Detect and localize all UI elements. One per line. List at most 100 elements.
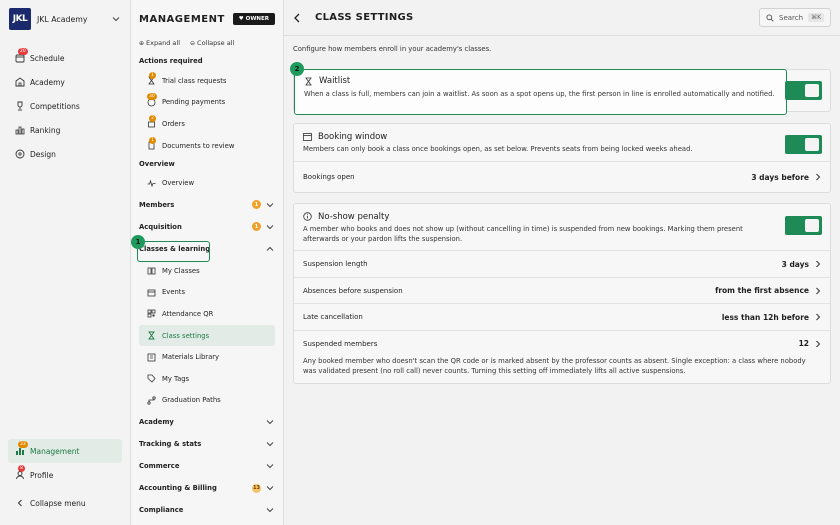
orders-badge: 2 xyxy=(149,114,156,122)
profile-badge: 8 xyxy=(18,464,25,472)
toggle-knob xyxy=(805,219,819,232)
section-label: Actions required xyxy=(139,57,203,65)
collapse-icon: ⊖ xyxy=(190,39,196,47)
section-tracking[interactable]: Tracking & stats xyxy=(131,433,283,455)
calendar-icon xyxy=(146,287,156,297)
nav-class-settings[interactable]: Class settings xyxy=(139,324,275,347)
section-accounting[interactable]: Accounting & Billing 13 xyxy=(131,477,283,499)
nav-label: Class settings xyxy=(162,331,210,340)
members-badge: 1 xyxy=(252,200,261,210)
nav-graduation-paths[interactable]: Graduation Paths xyxy=(131,390,283,412)
org-name: JKL Academy xyxy=(37,14,88,24)
trophy-icon xyxy=(14,101,25,112)
nav-pending-payments[interactable]: 30 Pending payments xyxy=(131,92,283,114)
calendar-icon: 20 xyxy=(14,47,28,64)
sidebar-item-competitions[interactable]: Competitions xyxy=(0,94,130,118)
nav-label: Pending payments xyxy=(162,98,226,107)
panel-title: MANAGEMENT xyxy=(139,13,225,25)
documents-badge: 1 xyxy=(149,136,156,144)
collapse-menu-label: Collapse menu xyxy=(30,498,86,508)
chart-icon xyxy=(14,125,25,136)
nav-documents-to-review[interactable]: 1 Documents to review xyxy=(131,135,283,157)
schedule-badge: 20 xyxy=(18,47,28,55)
no-show-card: No-show penalty A member who books and d… xyxy=(293,203,831,384)
suspended-members-row[interactable]: Suspended members 12 xyxy=(294,330,830,356)
section-label: Overview xyxy=(139,160,175,169)
nav-label: Trial class requests xyxy=(162,76,227,85)
nav-label: Events xyxy=(162,288,186,297)
section-academy[interactable]: Academy xyxy=(131,411,283,433)
nav-trial-class-requests[interactable]: 1 Trial class requests xyxy=(131,70,283,92)
sidebar-item-schedule[interactable]: 20 Schedule xyxy=(0,46,130,70)
payments-badge: 30 xyxy=(147,93,157,101)
chevron-up-icon xyxy=(265,244,275,254)
waitlist-description: When a class is full, members can join a… xyxy=(304,90,775,98)
chevron-down-icon xyxy=(111,14,121,24)
waitlist-toggle[interactable] xyxy=(785,81,822,100)
absences-before-suspension-row[interactable]: Absences before suspension from the firs… xyxy=(294,277,830,303)
section-actions-required: Actions required xyxy=(131,52,283,70)
calendar-icon xyxy=(303,132,312,141)
page-description: Configure how members enroll in your aca… xyxy=(293,45,492,53)
sidebar-item-label: Design xyxy=(30,149,56,159)
accounting-badge: 13 xyxy=(252,483,261,493)
booking-toggle[interactable] xyxy=(785,135,822,154)
sidebar-item-academy[interactable]: Academy xyxy=(0,70,130,94)
nav-materials-library[interactable]: Materials Library xyxy=(131,346,283,368)
row-value: less than 12h before xyxy=(721,312,809,322)
section-label: Compliance xyxy=(139,506,184,515)
sidebar-item-design[interactable]: Design xyxy=(0,142,130,166)
back-button[interactable] xyxy=(293,13,301,23)
collapse-menu-button[interactable]: Collapse menu xyxy=(0,491,130,515)
section-acquisition[interactable]: Acquisition 1 xyxy=(131,216,283,238)
nav-events[interactable]: Events xyxy=(131,282,283,304)
route-icon xyxy=(146,395,156,405)
nav-orders[interactable]: 2 Orders xyxy=(131,113,283,135)
noshow-description: A member who books and does not show up … xyxy=(303,225,743,243)
section-compliance[interactable]: Compliance xyxy=(131,499,283,521)
collapse-all-button[interactable]: ⊖ Collapse all xyxy=(190,39,234,47)
bookings-open-row[interactable]: Bookings open 3 days before xyxy=(294,161,830,192)
search-button[interactable]: Search ⌘K xyxy=(759,8,831,27)
noshow-title: No-show penalty xyxy=(318,211,390,222)
chevron-right-icon xyxy=(815,260,821,268)
row-label: Bookings open xyxy=(303,173,355,181)
management-panel: MANAGEMENT ♥ OWNER ⊕ Expand all ⊖ Collapse … xyxy=(131,0,284,525)
waitlist-title: Waitlist xyxy=(319,76,351,86)
nav-my-classes[interactable]: My Classes xyxy=(131,260,283,282)
search-label: Search xyxy=(779,13,804,22)
callout-1-marker: 1 xyxy=(131,235,145,249)
nav-my-tags[interactable]: My Tags xyxy=(131,368,283,390)
section-overview: Overview xyxy=(131,156,283,172)
row-label: Suspension length xyxy=(303,260,368,268)
nav-label: My Classes xyxy=(162,266,200,275)
chevron-left-icon xyxy=(14,498,25,509)
sidebar-item-management[interactable]: 33 Management xyxy=(8,439,122,463)
page-title: CLASS SETTINGS xyxy=(315,12,414,23)
row-value: 3 days before xyxy=(751,172,809,182)
expand-icon: ⊕ xyxy=(139,39,145,47)
owner-label: OWNER xyxy=(245,16,269,22)
sidebar-item-profile[interactable]: 8 Profile xyxy=(0,463,130,487)
row-label: Late cancellation xyxy=(303,313,363,321)
chevron-down-icon xyxy=(265,505,275,515)
nav-attendance-qr[interactable]: Attendance QR xyxy=(131,303,283,325)
acquisition-badge: 1 xyxy=(252,222,261,232)
search-icon xyxy=(766,13,774,22)
section-members[interactable]: Members 1 xyxy=(131,194,283,216)
chevron-down-icon xyxy=(265,439,275,449)
noshow-toggle[interactable] xyxy=(785,216,822,235)
expand-all-button[interactable]: ⊕ Expand all xyxy=(139,39,180,47)
late-cancellation-row[interactable]: Late cancellation less than 12h before xyxy=(294,303,830,330)
section-commerce[interactable]: Commerce xyxy=(131,455,283,477)
row-value: from the first absence xyxy=(715,286,809,295)
hourglass-icon: 1 xyxy=(146,71,156,86)
suspension-length-row[interactable]: Suspension length 3 days xyxy=(294,250,830,277)
nav-overview[interactable]: Overview xyxy=(131,172,283,194)
org-switcher[interactable]: JKL JKL Academy xyxy=(0,0,130,38)
chevron-down-icon xyxy=(265,200,275,210)
row-value: 3 days xyxy=(781,259,809,269)
noshow-footer-note: Any booked member who doesn't scan the Q… xyxy=(303,357,806,375)
sidebar-item-ranking[interactable]: Ranking xyxy=(0,118,130,142)
sidebar-item-label: Ranking xyxy=(30,125,61,135)
